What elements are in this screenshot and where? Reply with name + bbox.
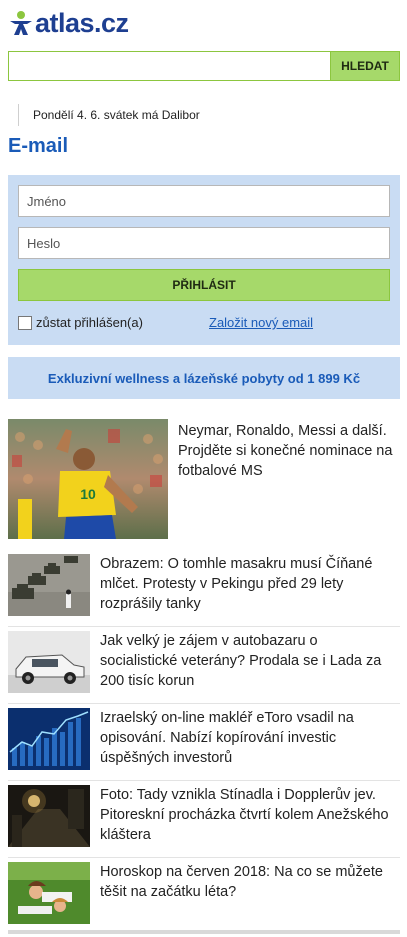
horizontal-scrollbar[interactable] bbox=[8, 930, 400, 934]
atlas-logo-icon bbox=[8, 10, 34, 36]
remember-me[interactable]: zůstat přihlášen(a) bbox=[18, 315, 143, 330]
password-field[interactable] bbox=[18, 227, 390, 259]
news-title[interactable]: Horoskop na červen 2018: Na co se můžete… bbox=[100, 862, 398, 902]
news-item[interactable]: Foto: Tady vznikla Stínadla i Dopplerův … bbox=[8, 781, 400, 858]
news-item[interactable]: Obrazem: O tomhle masakru musí Číňané ml… bbox=[8, 550, 400, 627]
news-item[interactable]: Izraelský on-line makléř eToro vsadil na… bbox=[8, 704, 400, 781]
stock-chart-photo[interactable] bbox=[8, 708, 90, 770]
news-list: Obrazem: O tomhle masakru musí Číňané ml… bbox=[8, 550, 400, 935]
nameday-text: Pondělí 4. 6. svátek má Dalibor bbox=[18, 104, 200, 126]
register-email-link[interactable]: Založit nový email bbox=[209, 315, 313, 330]
remember-checkbox[interactable] bbox=[18, 315, 32, 330]
news-title[interactable]: Foto: Tady vznikla Stínadla i Dopplerův … bbox=[100, 785, 398, 845]
lead-article[interactable]: 10 Neymar, Ronaldo, Messi a další. Projd… bbox=[8, 419, 400, 539]
news-title[interactable]: Izraelský on-line makléř eToro vsadil na… bbox=[100, 708, 398, 768]
night-street-photo[interactable] bbox=[8, 785, 90, 847]
login-button[interactable]: PŘIHLÁSIT bbox=[18, 269, 390, 301]
football-player-photo[interactable]: 10 bbox=[8, 419, 168, 539]
username-field[interactable] bbox=[18, 185, 390, 217]
tanks-photo[interactable] bbox=[8, 554, 90, 616]
news-item[interactable]: Horoskop na červen 2018: Na co se můžete… bbox=[8, 858, 400, 935]
logo-text: atlas.cz bbox=[35, 7, 129, 38]
email-title[interactable]: E-mail bbox=[8, 135, 68, 158]
lada-car-photo[interactable] bbox=[8, 631, 90, 693]
email-login-box: PŘIHLÁSIT zůstat přihlášen(a) Založit no… bbox=[8, 175, 400, 345]
news-title[interactable]: Obrazem: O tomhle masakru musí Číňané ml… bbox=[100, 554, 398, 614]
search-button[interactable]: HLEDAT bbox=[330, 51, 400, 81]
promo-text: Exkluzivní wellness a lázeňské pobyty od… bbox=[47, 370, 361, 386]
svg-text:10: 10 bbox=[80, 486, 96, 502]
search-bar: HLEDAT bbox=[8, 51, 400, 81]
promo-banner[interactable]: Exkluzivní wellness a lázeňské pobyty od… bbox=[8, 357, 400, 399]
atlas-logo[interactable]: atlas.cz bbox=[8, 8, 129, 39]
header: atlas.cz bbox=[8, 8, 129, 38]
lead-article-title[interactable]: Neymar, Ronaldo, Messi a další. Projděte… bbox=[178, 421, 396, 481]
search-input[interactable] bbox=[8, 51, 330, 81]
women-on-grass-photo[interactable] bbox=[8, 862, 90, 924]
news-title[interactable]: Jak velký je zájem v autobazaru o social… bbox=[100, 631, 398, 691]
remember-label: zůstat přihlášen(a) bbox=[36, 315, 143, 330]
news-item[interactable]: Jak velký je zájem v autobazaru o social… bbox=[8, 627, 400, 704]
